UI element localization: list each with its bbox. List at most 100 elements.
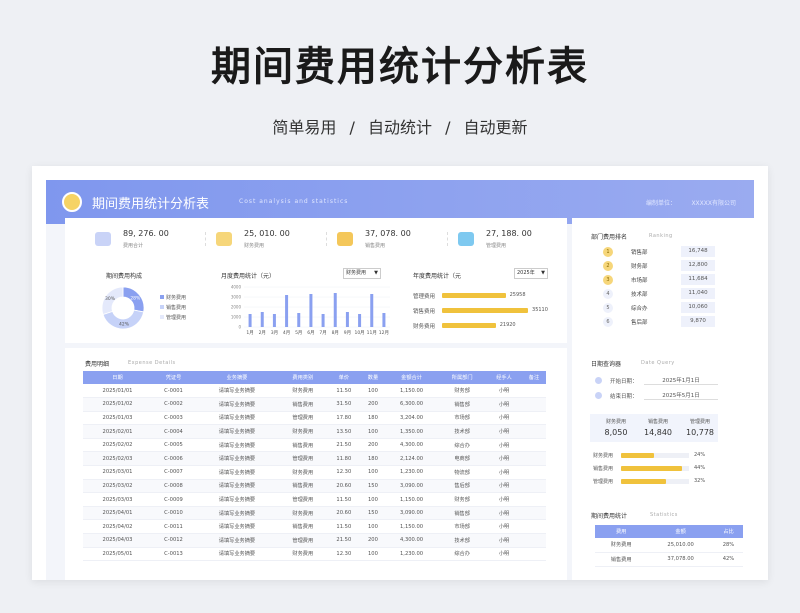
- table-cell[interactable]: 管理费用: [278, 411, 327, 426]
- table-row[interactable]: 2025/04/02 C-0011 请填写业务摘要 销售费用 11.50 100 1,150…: [83, 519, 546, 535]
- table-cell[interactable]: 17.80: [326, 411, 361, 426]
- table-cell[interactable]: 管理费用: [278, 533, 327, 548]
- table-cell[interactable]: 6,300.00: [384, 397, 439, 412]
- table-cell[interactable]: 销售部: [438, 506, 487, 521]
- table-cell[interactable]: 财务费用: [278, 506, 327, 521]
- table-cell[interactable]: 2025/03/02: [83, 479, 152, 494]
- table-cell[interactable]: 销售部: [438, 397, 487, 412]
- table-cell[interactable]: [521, 424, 546, 439]
- table-cell[interactable]: 1,150.00: [384, 519, 439, 535]
- table-cell[interactable]: C-0008: [151, 479, 196, 494]
- table-cell[interactable]: 小明: [486, 424, 522, 439]
- table-cell[interactable]: 3,204.00: [384, 411, 439, 426]
- table-cell[interactable]: C-0010: [151, 506, 196, 521]
- table-cell[interactable]: 财务部: [438, 384, 487, 399]
- table-cell[interactable]: 小明: [486, 451, 522, 467]
- table-cell[interactable]: 100: [360, 384, 385, 399]
- table-cell[interactable]: C-0002: [151, 397, 196, 412]
- table-cell[interactable]: 请填写业务摘要: [195, 397, 279, 412]
- table-cell[interactable]: 2025/04/02: [83, 519, 152, 535]
- table-cell[interactable]: [521, 411, 546, 426]
- table-row[interactable]: 2025/02/03 C-0006 请填写业务摘要 管理费用 11.80 180 2,124…: [83, 451, 546, 467]
- table-cell[interactable]: 21.50: [326, 438, 361, 453]
- table-cell[interactable]: 管理费用: [278, 451, 327, 467]
- table-cell[interactable]: 小明: [486, 506, 522, 521]
- table-row[interactable]: 2025/04/01 C-0010 请填写业务摘要 财务费用 20.60 150 3,090…: [83, 506, 546, 521]
- table-cell[interactable]: 13.50: [326, 424, 361, 439]
- table-cell[interactable]: 小明: [486, 465, 522, 480]
- table-cell[interactable]: 100: [360, 492, 385, 507]
- table-cell[interactable]: 2,124.00: [384, 451, 439, 467]
- table-cell[interactable]: 小明: [486, 384, 522, 399]
- table-cell[interactable]: 财务费用: [278, 465, 327, 480]
- table-cell[interactable]: C-0009: [151, 492, 196, 507]
- table-cell[interactable]: 1,350.00: [384, 424, 439, 439]
- table-cell[interactable]: C-0006: [151, 451, 196, 467]
- table-cell[interactable]: 12.30: [326, 465, 361, 480]
- table-cell[interactable]: 财务部: [438, 492, 487, 507]
- monthly-select[interactable]: 财务费用 ▼: [343, 268, 381, 279]
- table-cell[interactable]: 2025/02/02: [83, 438, 152, 453]
- table-cell[interactable]: 11.50: [326, 519, 361, 535]
- table-row[interactable]: 2025/02/01 C-0004 请填写业务摘要 财务费用 13.50 100 1,350…: [83, 424, 546, 439]
- table-cell[interactable]: 财务费用: [278, 424, 327, 439]
- table-cell[interactable]: 小明: [486, 547, 522, 562]
- table-cell[interactable]: 100: [360, 465, 385, 480]
- table-cell[interactable]: 销售费用: [278, 519, 327, 535]
- table-cell[interactable]: 150: [360, 479, 385, 494]
- table-row[interactable]: 2025/04/03 C-0012 请填写业务摘要 管理费用 21.50 200 4,300…: [83, 533, 546, 548]
- table-cell[interactable]: [521, 506, 546, 521]
- table-cell[interactable]: C-0011: [151, 519, 196, 535]
- table-row[interactable]: 2025/01/02 C-0002 请填写业务摘要 销售费用 31.50 200 6,300…: [83, 397, 546, 412]
- table-cell[interactable]: C-0004: [151, 424, 196, 439]
- table-cell[interactable]: 21.50: [326, 533, 361, 548]
- table-cell[interactable]: 请填写业务摘要: [195, 547, 279, 562]
- table-cell[interactable]: 1,230.00: [384, 465, 439, 480]
- table-cell[interactable]: 1,230.00: [384, 547, 439, 562]
- table-cell[interactable]: 市场部: [438, 519, 487, 535]
- table-cell[interactable]: 1,150.00: [384, 384, 439, 399]
- table-cell[interactable]: 小明: [486, 479, 522, 494]
- table-cell[interactable]: 小明: [486, 411, 522, 426]
- table-cell[interactable]: 请填写业务摘要: [195, 519, 279, 535]
- table-cell[interactable]: 管理费用: [278, 492, 327, 507]
- table-cell[interactable]: 2025/05/01: [83, 547, 152, 562]
- table-cell[interactable]: 请填写业务摘要: [195, 506, 279, 521]
- table-cell[interactable]: 11.50: [326, 492, 361, 507]
- table-cell[interactable]: 销售费用: [278, 438, 327, 453]
- table-cell[interactable]: 小明: [486, 519, 522, 535]
- table-cell[interactable]: 2025/04/01: [83, 506, 152, 521]
- start-date-input[interactable]: 2025年1月1日: [644, 376, 718, 385]
- table-cell[interactable]: 3,090.00: [384, 506, 439, 521]
- table-cell[interactable]: [521, 397, 546, 412]
- table-cell[interactable]: [521, 533, 546, 548]
- table-cell[interactable]: [521, 465, 546, 480]
- table-cell[interactable]: [521, 384, 546, 399]
- table-cell[interactable]: 技术部: [438, 424, 487, 439]
- table-cell[interactable]: 2025/01/01: [83, 384, 152, 399]
- end-date-input[interactable]: 2025年5月1日: [644, 391, 718, 400]
- table-row[interactable]: 2025/01/01 C-0001 请填写业务摘要 财务费用 11.50 100 1,150…: [83, 384, 546, 399]
- table-cell[interactable]: [521, 547, 546, 562]
- table-cell[interactable]: 电商部: [438, 451, 487, 467]
- table-cell[interactable]: 1,150.00: [384, 492, 439, 507]
- table-cell[interactable]: 2025/01/02: [83, 397, 152, 412]
- table-cell[interactable]: 物流部: [438, 465, 487, 480]
- table-cell[interactable]: 100: [360, 547, 385, 562]
- table-row[interactable]: 2025/02/02 C-0005 请填写业务摘要 销售费用 21.50 200 4,300…: [83, 438, 546, 453]
- table-cell[interactable]: 财务费用: [278, 547, 327, 562]
- table-row[interactable]: 2025/03/03 C-0009 请填写业务摘要 管理费用 11.50 100 1,150…: [83, 492, 546, 507]
- table-cell[interactable]: [521, 451, 546, 467]
- table-cell[interactable]: 小明: [486, 533, 522, 548]
- table-cell[interactable]: [521, 438, 546, 453]
- table-cell[interactable]: 综合办: [438, 438, 487, 453]
- table-row[interactable]: 2025/03/02 C-0008 请填写业务摘要 销售费用 20.60 150 3,090…: [83, 479, 546, 494]
- table-cell[interactable]: 综合办: [438, 547, 487, 562]
- table-cell[interactable]: 市场部: [438, 411, 487, 426]
- table-cell[interactable]: 请填写业务摘要: [195, 479, 279, 494]
- table-cell[interactable]: 100: [360, 424, 385, 439]
- table-cell[interactable]: 销售费用: [278, 397, 327, 412]
- table-cell[interactable]: 请填写业务摘要: [195, 533, 279, 548]
- table-cell[interactable]: 20.60: [326, 479, 361, 494]
- annual-select[interactable]: 2025年 ▼: [514, 268, 548, 279]
